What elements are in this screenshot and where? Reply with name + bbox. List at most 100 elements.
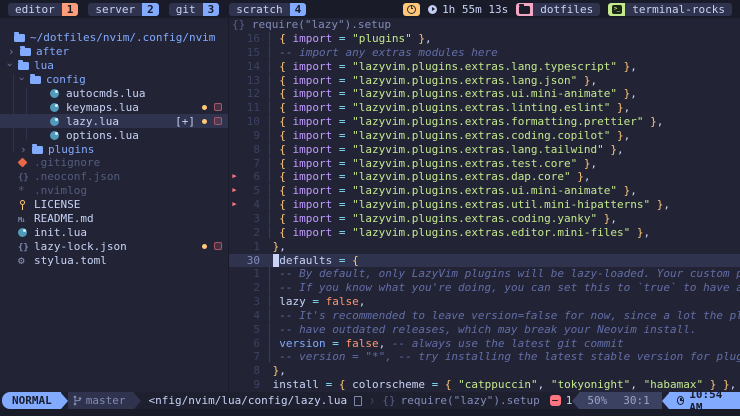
code-line[interactable]: 1│ -- By default, only LazyVim plugins w… xyxy=(229,267,740,281)
code-token: -- import any extras modules here xyxy=(279,46,498,59)
code-line[interactable]: 10│ { import = "lazyvim.plugins.extras.f… xyxy=(229,115,740,129)
sign-column xyxy=(229,60,240,74)
code-line[interactable]: 16│ { import = "plugins" }, xyxy=(229,32,740,46)
tmux-tab-server[interactable]: server2 xyxy=(88,3,158,16)
code-line[interactable]: 7│ -- version = "*", -- try installing t… xyxy=(229,350,740,364)
code-token: } xyxy=(577,74,590,87)
code-line[interactable]: 9│ { import = "lazyvim.plugins.extras.co… xyxy=(229,129,740,143)
tree-row-autocmds.lua[interactable]: autocmds.lua xyxy=(0,87,228,101)
session-name: dotfiles xyxy=(533,3,600,16)
session-group: dotfiles xyxy=(516,3,600,16)
cursor-position: 30:1 xyxy=(623,392,650,409)
tree-row-.neoconf.json[interactable]: .neoconf.json xyxy=(0,170,228,184)
code-line[interactable]: 3│ { import = "lazyvim.plugins.extras.co… xyxy=(229,212,740,226)
code-line[interactable]: 7│ { import = "lazyvim.plugins.extras.te… xyxy=(229,157,740,171)
tree-row-lazy.lua[interactable]: lazy.lua[+] xyxy=(0,114,228,128)
tree-row-LICENSE[interactable]: LICENSE xyxy=(0,198,228,212)
code-line[interactable]: 1 }, xyxy=(229,240,740,254)
chevron-down-icon[interactable]: › xyxy=(16,76,29,86)
code-token: "lazyvim.plugins.extras.coding.copilot" xyxy=(352,129,610,142)
code-line[interactable]: 2│ { import = "lazyvim.plugins.extras.ed… xyxy=(229,226,740,240)
chevron-right-icon[interactable]: › xyxy=(20,143,32,156)
file-tree[interactable]: ~/dotfiles/nvim/.config/nvim›after›lua›c… xyxy=(0,18,229,392)
tree-label: lazy.lua xyxy=(66,115,119,128)
tree-label: LICENSE xyxy=(34,198,80,211)
tree-label: .nvimlog xyxy=(34,184,87,197)
modified-dot-icon xyxy=(202,119,207,124)
git-branch-name: master xyxy=(86,394,126,407)
tree-row-README.md[interactable]: README.md xyxy=(0,212,228,226)
tree-row-config[interactable]: ›config xyxy=(0,73,228,87)
tree-row-.gitignore[interactable]: .gitignore xyxy=(0,156,228,170)
tree-row-keymaps.lua[interactable]: keymaps.lua xyxy=(0,100,228,114)
line-number: 1 xyxy=(240,240,260,254)
tmux-tab-git[interactable]: git3 xyxy=(169,3,220,16)
code-token: = xyxy=(306,295,326,308)
tmux-tab-scratch[interactable]: scratch4 xyxy=(229,3,306,16)
code-token: │ xyxy=(266,226,279,239)
code-text: │ { import = "lazyvim.plugins.extras.lan… xyxy=(260,60,637,74)
code-line[interactable]: 2│ -- If you know what you're doing, you… xyxy=(229,281,740,295)
git-branch-segment[interactable]: master xyxy=(68,392,134,409)
code-line[interactable]: ▶6│ { import = "lazyvim.plugins.extras.d… xyxy=(229,170,740,184)
chevron-right-icon[interactable]: › xyxy=(8,45,20,58)
tree-row-after[interactable]: ›after xyxy=(0,45,228,59)
line-number: 2 xyxy=(240,281,260,295)
code-token: │ xyxy=(266,170,279,183)
code-text: │ -- It's recommended to leave version=f… xyxy=(260,309,740,323)
code-line[interactable]: 12│ { import = "lazyvim.plugins.extras.u… xyxy=(229,87,740,101)
code-line[interactable]: ▶5│ { import = "lazyvim.plugins.extras.u… xyxy=(229,184,740,198)
code-token: } xyxy=(617,60,630,73)
code-token: │ xyxy=(266,309,279,322)
code-line[interactable]: 8 }, xyxy=(229,364,740,378)
tmux-tab-editor[interactable]: editor1 xyxy=(8,3,78,16)
folder-icon xyxy=(14,34,25,42)
code-token: │ xyxy=(266,350,279,363)
line-number: 16 xyxy=(240,32,260,46)
tree-label: lua xyxy=(34,59,54,72)
code-line[interactable]: 5│ -- have outdated releases, which may … xyxy=(229,323,740,337)
code-token: import xyxy=(293,74,333,87)
code-line[interactable]: 9 install = { colorscheme = { "catppucci… xyxy=(229,378,740,392)
code-line[interactable]: 14│ { import = "lazyvim.plugins.extras.l… xyxy=(229,60,740,74)
code-token: { xyxy=(279,60,292,73)
editor-pane[interactable]: {} require("lazy").setup 16│ { import = … xyxy=(229,18,740,392)
tree-row-lua[interactable]: › lua xyxy=(0,59,228,73)
folder-icon xyxy=(18,62,29,70)
tree-row-lazy-lock.json[interactable]: lazy-lock.json xyxy=(0,239,228,253)
code-line[interactable]: 6│ version = false, -- always use the la… xyxy=(229,337,740,351)
code-token: } xyxy=(617,184,630,197)
code-token: = xyxy=(332,143,352,156)
code-token: │ xyxy=(266,295,279,308)
code-token: "plugins" xyxy=(352,32,412,45)
code-line[interactable]: 11│ { import = "lazyvim.plugins.extras.l… xyxy=(229,101,740,115)
code-token: "lazyvim.plugins.extras.lang.typescript" xyxy=(352,60,617,73)
powerline-separator xyxy=(61,393,68,409)
git-icon xyxy=(18,158,28,168)
code-token: = xyxy=(332,101,352,114)
tree-row-options.lua[interactable]: options.lua xyxy=(0,128,228,142)
tree-row-~/dotfiles/nvim/.config/nvim[interactable]: ~/dotfiles/nvim/.config/nvim xyxy=(0,31,228,45)
code-line[interactable]: 4│ -- It's recommended to leave version=… xyxy=(229,309,740,323)
code-line[interactable]: 13│ { import = "lazyvim.plugins.extras.l… xyxy=(229,74,740,88)
tree-row-init.lua[interactable]: init.lua xyxy=(0,225,228,239)
code-line[interactable]: 15│ -- import any extras modules here xyxy=(229,46,740,60)
code-token: , xyxy=(644,226,651,239)
code-line[interactable]: 3│ lazy = false, xyxy=(229,295,740,309)
code-line[interactable]: ▶4│ { import = "lazyvim.plugins.extras.u… xyxy=(229,198,740,212)
code-line[interactable]: 8│ { import = "lazyvim.plugins.extras.la… xyxy=(229,143,740,157)
line-number: 2 xyxy=(240,226,260,240)
code-line[interactable]: 30 defaults = { xyxy=(229,254,740,268)
tree-row-.nvimlog[interactable]: .nvimlog xyxy=(0,184,228,198)
powerline-separator xyxy=(662,393,669,409)
code-token: } xyxy=(604,143,617,156)
code-text: │ version = false, -- always use the lat… xyxy=(260,337,624,351)
tree-row-plugins[interactable]: ›plugins xyxy=(0,142,228,156)
sign-column xyxy=(229,101,240,115)
editor-lines: 16│ { import = "plugins" },15│ -- import… xyxy=(229,32,740,392)
git-branch-icon xyxy=(73,395,82,406)
code-token: install xyxy=(273,378,319,391)
tree-row-stylua.toml[interactable]: stylua.toml xyxy=(0,253,228,267)
chevron-down-icon[interactable]: › xyxy=(4,62,17,72)
code-token: false xyxy=(345,337,378,350)
